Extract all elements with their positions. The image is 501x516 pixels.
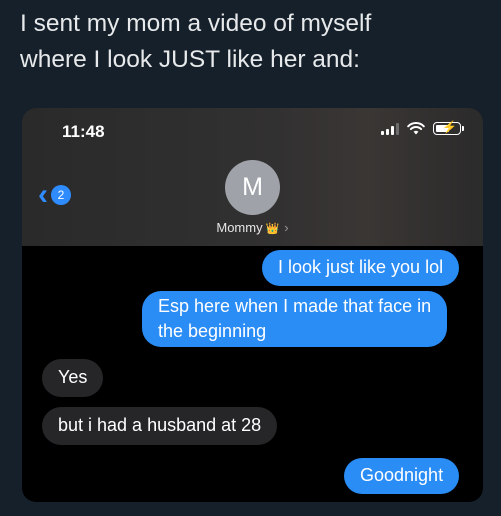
conversation-header: 11:48 ⚡ ‹ 2 M Mommy 👑 › [22, 108, 483, 246]
status-icons: ⚡ [381, 120, 464, 135]
message-text-line: Esp here when I made that face in [158, 296, 432, 316]
status-time: 11:48 [62, 122, 105, 141]
message-text: Goodnight [360, 465, 444, 485]
imessage-screenshot: 11:48 ⚡ ‹ 2 M Mommy 👑 › I look just like y… [22, 108, 483, 502]
caption-line-1: I sent my mom a video of myself [20, 10, 372, 37]
back-button[interactable]: ‹ 2 [38, 180, 71, 210]
tweet-caption: I sent my mom a video of myself where I … [20, 6, 490, 78]
cellular-signal-icon [381, 122, 399, 135]
chevron-right-icon: › [284, 220, 289, 235]
message-bubble-sent[interactable]: Esp here when I made that face in the be… [142, 291, 448, 347]
message-bubble-sent[interactable]: I look just like you lol [262, 250, 460, 286]
chevron-left-icon: ‹ [38, 178, 48, 211]
contact-name: Mommy [216, 220, 263, 235]
message-bubble-received[interactable]: Yes [42, 359, 104, 397]
message-bubble-sent[interactable]: Goodnight [344, 458, 460, 494]
contact-avatar[interactable]: M [225, 160, 280, 215]
crown-emoji-icon: 👑 [265, 223, 280, 235]
contact-name-button[interactable]: Mommy 👑 › [22, 220, 483, 235]
message-text: I look just like you lol [278, 257, 444, 277]
wifi-icon [407, 122, 425, 135]
caption-line-2: where I look JUST like her and: [20, 46, 360, 73]
message-bubble-received[interactable]: but i had a husband at 28 [42, 407, 278, 445]
message-text: Yes [58, 367, 88, 387]
unread-count-badge: 2 [51, 185, 71, 205]
message-text-line: the beginning [158, 321, 267, 341]
battery-charging-icon: ⚡ [433, 120, 464, 135]
message-text: but i had a husband at 28 [58, 415, 262, 435]
